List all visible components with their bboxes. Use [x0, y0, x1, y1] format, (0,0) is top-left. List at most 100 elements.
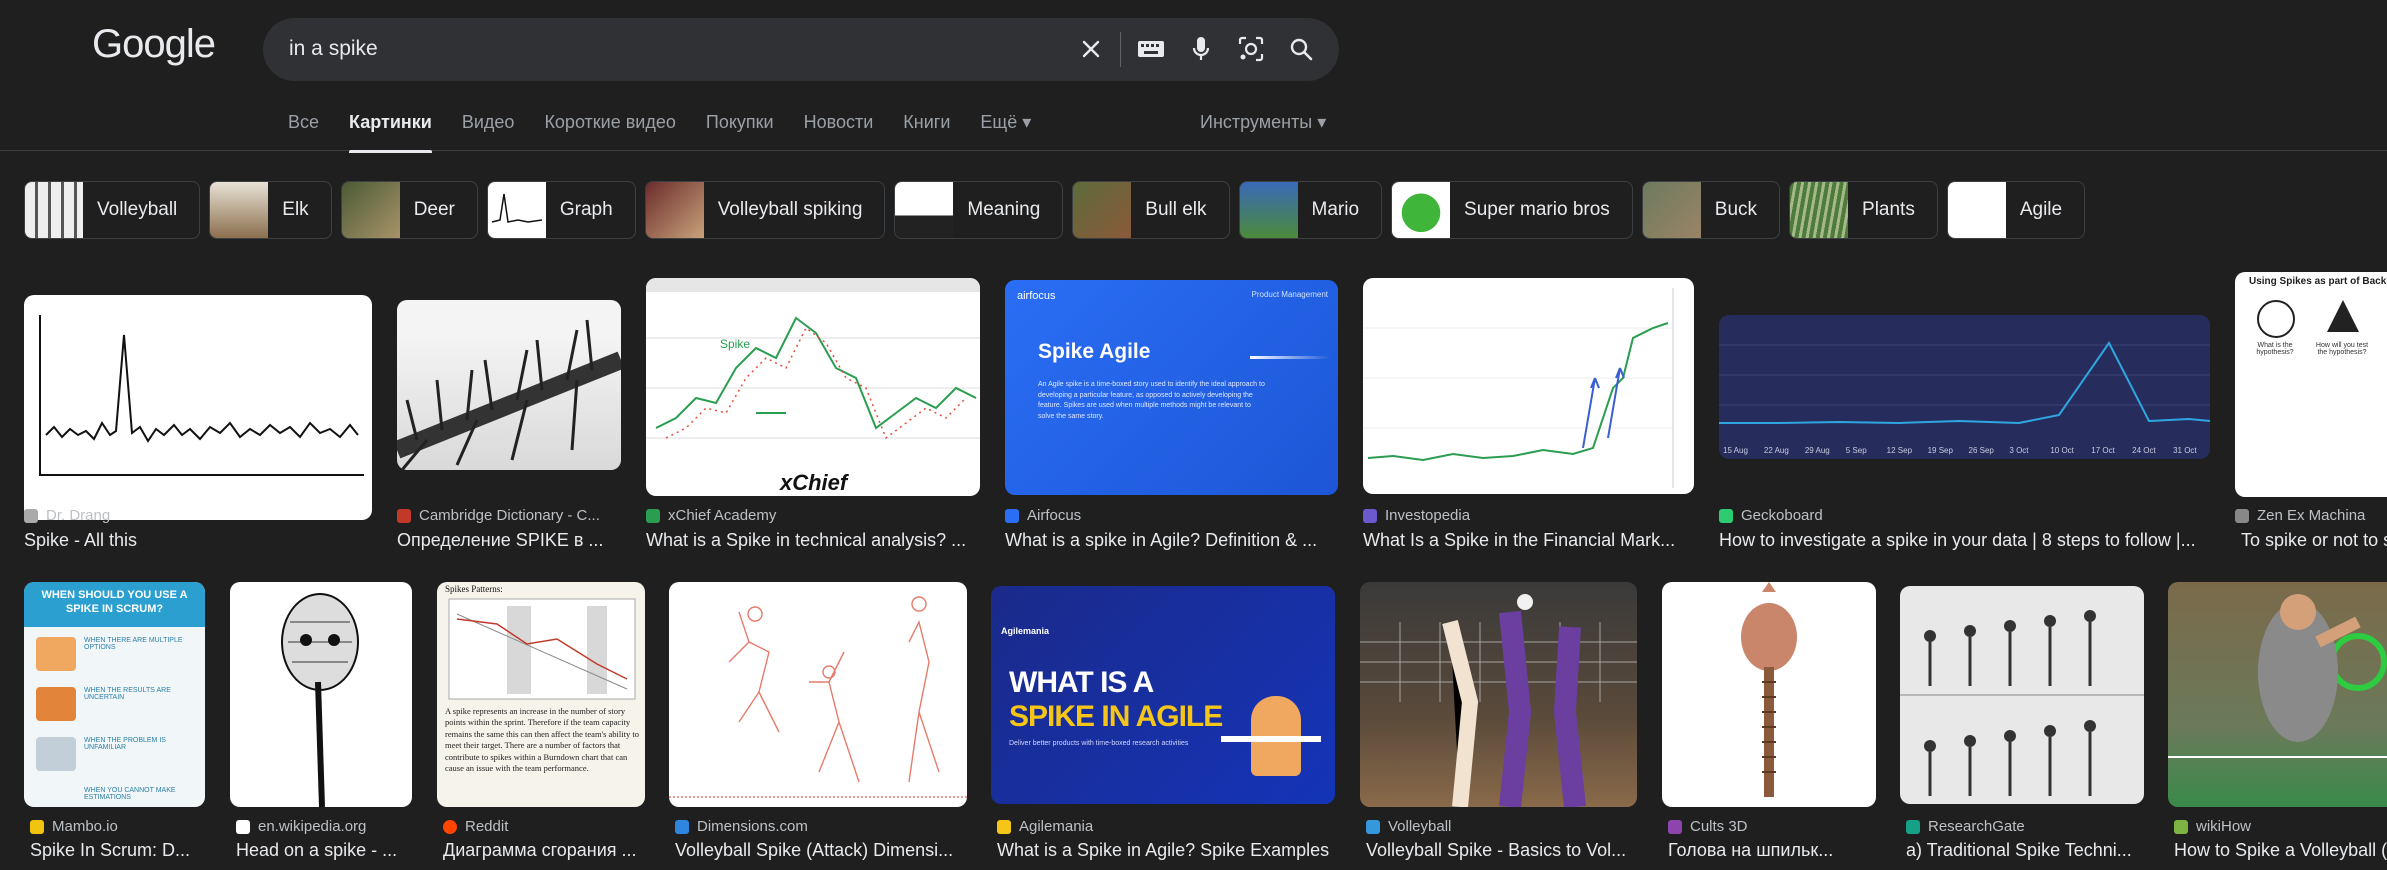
result-source[interactable]: Investopedia	[1363, 507, 1470, 524]
result-image[interactable]	[2168, 582, 2387, 807]
result-source[interactable]: en.wikipedia.org	[236, 818, 366, 835]
google-logo[interactable]: Google	[92, 22, 216, 67]
favicon-icon	[1906, 819, 1920, 834]
chip-plants[interactable]: Plants	[1789, 181, 1938, 239]
chip-deer[interactable]: Deer	[340, 181, 478, 239]
source-name: Airfocus	[1027, 507, 1082, 524]
result-source[interactable]: Cults 3D	[1668, 818, 1748, 835]
result-image[interactable]	[230, 582, 412, 807]
chip-elk[interactable]: Elk	[209, 181, 332, 239]
result-title[interactable]: How to investigate a spike in your data …	[1719, 530, 2210, 551]
tab-short-video[interactable]: Короткие видео	[544, 112, 675, 153]
result-source[interactable]: xChief Academy	[646, 507, 776, 524]
result-image[interactable]	[1363, 278, 1694, 494]
chip-label: Deer	[413, 199, 455, 220]
tab-news[interactable]: Новости	[804, 112, 874, 153]
chip-volleyball-spiking[interactable]: Volleyball spiking	[644, 181, 886, 239]
chip-mario[interactable]: Mario	[1238, 181, 1383, 239]
reddit-icon	[443, 819, 457, 834]
result-title[interactable]: Spike In Scrum: D...	[30, 840, 205, 861]
result-source[interactable]: Dr. Drang	[24, 507, 110, 524]
source-name: ResearchGate	[1928, 818, 2025, 835]
result-source[interactable]: Agilemania	[997, 818, 1093, 835]
result-image[interactable]: Spike xChief	[646, 278, 980, 496]
result-image[interactable]: airfocus Product Management Spike Agile …	[1005, 280, 1338, 495]
result-source[interactable]: Reddit	[443, 818, 508, 835]
result-image[interactable]: Spikes Patterns: A spike represents an i…	[437, 582, 645, 807]
chip-meaning[interactable]: Meaning	[894, 181, 1064, 239]
result-title[interactable]: What is a Spike in Agile? Spike Examples	[997, 840, 1335, 861]
result-image[interactable]	[24, 295, 372, 520]
result-source[interactable]: Dimensions.com	[675, 818, 808, 835]
illustration-desk	[1221, 736, 1321, 742]
question-label: How will you test the hypothesis?	[2315, 342, 2369, 356]
camera-lens-icon[interactable]	[1235, 33, 1267, 65]
result-image[interactable]: 15 Aug 22 Aug 29 Aug 5 Sep 12 Sep 19 Sep 26 Se…	[1719, 315, 2210, 459]
chip-graph[interactable]: Graph	[486, 181, 636, 239]
result-source[interactable]: Cambridge Dictionary - C...	[397, 507, 600, 524]
axis-date-label: 24 Oct	[2132, 446, 2156, 455]
result-image[interactable]: WHEN SHOULD YOU USE A SPIKE IN SCRUM? WH…	[24, 582, 205, 807]
tab-video[interactable]: Видео	[462, 112, 515, 153]
result-image[interactable]	[1360, 582, 1637, 807]
result-title[interactable]: Определение SPIKE в ...	[397, 530, 621, 551]
illustration	[36, 737, 76, 771]
favicon-icon	[1005, 508, 1019, 523]
slide-subtitle: Deliver better products with time-boxed …	[1009, 740, 1189, 747]
result-title[interactable]: Head on a spike - ...	[236, 840, 412, 861]
chip-thumbnail	[1392, 182, 1451, 238]
tab-all[interactable]: Все	[288, 112, 319, 153]
tools-button[interactable]: Инструменты ▾	[1200, 112, 1326, 133]
clear-icon[interactable]	[1075, 33, 1107, 65]
infographic-heading: WHEN SHOULD YOU USE A SPIKE IN SCRUM?	[24, 582, 205, 627]
result-source[interactable]: Airfocus	[1005, 507, 1081, 524]
result-image[interactable]	[397, 300, 621, 470]
result-title[interactable]: Spike - All this	[24, 530, 372, 551]
tab-more[interactable]: Ещё ▾	[980, 112, 1031, 153]
search-box[interactable]: in a spike	[263, 18, 1339, 81]
chip-thumbnail	[645, 182, 704, 238]
tab-books[interactable]: Книги	[903, 112, 950, 153]
search-input[interactable]: in a spike	[289, 37, 378, 61]
chip-super-mario-bros[interactable]: Super mario bros	[1391, 181, 1633, 239]
result-title[interactable]: What is a spike in Agile? Definition & .…	[1005, 530, 1338, 551]
result-title[interactable]: What is a Spike in technical analysis? .…	[646, 530, 980, 551]
tab-images[interactable]: Картинки	[349, 112, 432, 153]
search-icon[interactable]	[1285, 33, 1317, 65]
result-title[interactable]: What Is a Spike in the Financial Mark...	[1363, 530, 1694, 551]
result-title[interactable]: Volleyball Spike - Basics to Vol...	[1366, 840, 1637, 861]
result-image[interactable]: Agilemania WHAT IS A SPIKE IN AGILE Deli…	[991, 586, 1335, 804]
result-title[interactable]: a) Traditional Spike Techni...	[1906, 840, 2144, 861]
axis-date-label: 22 Aug	[1764, 446, 1789, 455]
result-source[interactable]: Geckoboard	[1719, 507, 1823, 524]
result-title[interactable]: Голова на шпильк...	[1668, 840, 1876, 861]
result-source[interactable]: wikiHow	[2174, 818, 2251, 835]
chip-bull-elk[interactable]: Bull elk	[1072, 181, 1230, 239]
tab-shopping[interactable]: Покупки	[706, 112, 774, 153]
result-title[interactable]: Диаграмма сгорания ...	[443, 840, 645, 861]
result-source[interactable]: Mambo.io	[30, 818, 118, 835]
result-title[interactable]: Volleyball Spike (Attack) Dimensi...	[675, 840, 967, 861]
result-title[interactable]: How to Spike a Volleyball (	[2174, 840, 2387, 861]
favicon-icon	[1366, 819, 1380, 834]
illustration	[36, 637, 76, 671]
favicon-icon	[236, 819, 250, 834]
slide-heading: Spikes Patterns:	[445, 584, 503, 594]
slide-heading: Using Spikes as part of Back	[2249, 276, 2387, 287]
result-image[interactable]: Using Spikes as part of Back What is the…	[2235, 272, 2387, 497]
result-source[interactable]: Zen Ex Machina	[2235, 507, 2365, 524]
result-source[interactable]: ResearchGate	[1906, 818, 2025, 835]
flask-icon	[2327, 300, 2359, 332]
result-image[interactable]	[669, 582, 967, 807]
microphone-icon[interactable]	[1185, 33, 1217, 65]
result-source[interactable]: Volleyball	[1366, 818, 1451, 835]
chip-buck[interactable]: Buck	[1641, 181, 1781, 239]
keyboard-icon[interactable]	[1135, 33, 1167, 65]
chip-agile[interactable]: Agile	[1946, 181, 2086, 239]
result-image[interactable]	[1900, 586, 2144, 804]
slide-body: A spike represents an increase in the nu…	[445, 706, 639, 774]
result-image[interactable]	[1662, 582, 1876, 807]
result-title[interactable]: To spike or not to s	[2241, 530, 2387, 551]
axis-date-label: 15 Aug	[1723, 446, 1748, 455]
chip-volleyball[interactable]: Volleyball	[24, 181, 201, 239]
